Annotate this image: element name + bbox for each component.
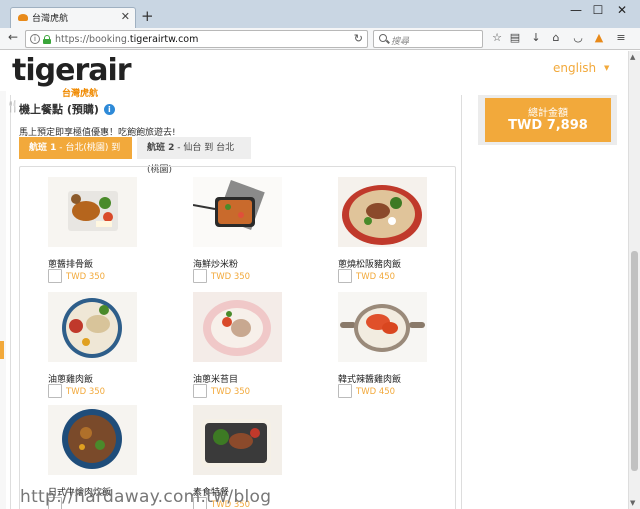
meal-image-pork-neck — [338, 177, 427, 247]
new-tab-button[interactable]: + — [141, 8, 154, 24]
fork-knife-icon: 🍴 — [6, 100, 20, 113]
info-icon[interactable]: i — [103, 104, 115, 115]
page-content: tigerair 台灣虎航 english ▼ 🍴 機上餐點 (預購) i 馬上預… — [0, 51, 628, 509]
minimize-button[interactable]: — — [566, 3, 586, 17]
meal-checkbox[interactable] — [338, 384, 352, 398]
meal-price: TWD 350 — [211, 387, 251, 397]
meal-image-scallion-noodles — [193, 292, 282, 362]
extension-icon[interactable]: ▲ — [592, 31, 606, 44]
total-label: 總計金額 — [528, 108, 568, 119]
tab-bar: 台灣虎航 ✕ + — ☐ ✕ — [0, 0, 640, 28]
download-icon[interactable]: ↓ — [529, 31, 543, 44]
close-window-button[interactable]: ✕ — [612, 3, 632, 17]
total-panel: 總計金額 TWD 7,898 — [478, 95, 617, 145]
meal-image-japanese-beef — [48, 405, 137, 475]
meal-image-pork-chop — [48, 177, 137, 247]
browser-window: 台灣虎航 ✕ + — ☐ ✕ ← i https://booking.tiger… — [0, 0, 640, 509]
left-gutter — [0, 91, 6, 509]
meal-image-vegetarian — [193, 405, 282, 475]
url-text: https://booking.tigerairtw.com — [55, 34, 199, 45]
browser-tab[interactable]: 台灣虎航 ✕ — [10, 7, 136, 28]
meal-price: TWD 350 — [66, 272, 106, 282]
logo-text: tigerair — [12, 53, 132, 88]
search-placeholder: 搜尋 — [391, 37, 410, 47]
menu-icon[interactable]: ≡ — [614, 31, 628, 44]
gutter-marker — [0, 341, 4, 359]
total-value: TWD 7,898 — [508, 118, 588, 133]
scroll-up-icon[interactable]: ▲ — [630, 53, 635, 61]
watermark: http://hardaway.com.tw/blog — [20, 487, 272, 507]
meal-section-heading: 🍴 機上餐點 (預購) i — [6, 100, 115, 117]
scroll-thumb[interactable] — [631, 251, 638, 471]
lock-icon — [43, 35, 51, 44]
tab-flight-2[interactable]: 航班 2 - 仙台 到 台北(桃園) — [137, 137, 251, 175]
search-input[interactable]: 搜尋 — [373, 30, 483, 48]
tab-title: 台灣虎航 — [32, 14, 69, 24]
language-selector[interactable]: english — [553, 61, 596, 75]
meal-image-korean-chicken — [338, 292, 427, 362]
url-bar[interactable]: i https://booking.tigerairtw.com ↻ — [25, 30, 368, 48]
tab-flight-1[interactable]: 航班 1 - 台北(桃園) 到 仙台 — [19, 137, 132, 175]
reload-icon[interactable]: ↻ — [354, 32, 363, 45]
meal-checkbox[interactable] — [193, 269, 207, 283]
info-icon[interactable]: i — [30, 34, 40, 44]
meal-image-seafood-noodles — [193, 177, 282, 247]
meal-image-scallion-chicken — [48, 292, 137, 362]
tigerair-logo[interactable]: tigerair 台灣虎航 — [12, 53, 132, 100]
scroll-down-icon[interactable]: ▼ — [630, 499, 635, 507]
meal-price: TWD 350 — [211, 272, 251, 282]
navigation-bar: ← i https://booking.tigerairtw.com ↻ 搜尋 … — [0, 28, 640, 50]
total-badge: 總計金額 TWD 7,898 — [485, 98, 611, 142]
meal-price: TWD 450 — [356, 387, 396, 397]
maximize-button[interactable]: ☐ — [588, 3, 608, 17]
search-icon — [379, 34, 387, 42]
pocket-icon[interactable]: ◡ — [571, 31, 585, 44]
library-icon[interactable]: ▤ — [508, 31, 522, 44]
meal-price: TWD 350 — [66, 387, 106, 397]
meal-checkbox[interactable] — [48, 269, 62, 283]
meal-checkbox[interactable] — [193, 384, 207, 398]
home-icon[interactable]: ⌂ — [549, 31, 563, 44]
bookmark-star-icon[interactable]: ☆ — [490, 31, 504, 44]
close-tab-icon[interactable]: ✕ — [121, 10, 130, 23]
chevron-down-icon[interactable]: ▼ — [604, 64, 609, 72]
meal-checkbox[interactable] — [338, 269, 352, 283]
meal-price: TWD 450 — [356, 272, 396, 282]
tigerair-favicon-icon — [18, 14, 28, 21]
meal-checkbox[interactable] — [48, 384, 62, 398]
meal-section-title: 機上餐點 (預購) — [19, 103, 99, 116]
meal-grid: 蔥醬排骨飯 TWD 350 海鮮炒米粉 TWD 350 蔥燒松阪豬肉飯 TWD … — [19, 166, 456, 509]
page-scrollbar[interactable]: ▲ ▼ — [628, 51, 640, 509]
back-arrow-icon[interactable]: ← — [8, 30, 18, 44]
